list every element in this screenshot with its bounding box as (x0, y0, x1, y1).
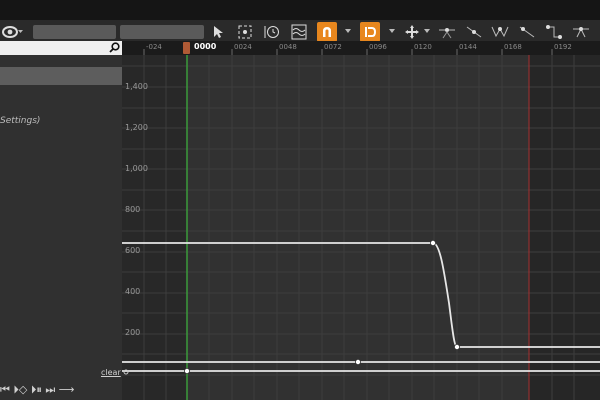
toolbar-field-2[interactable] (120, 25, 204, 39)
key-auto-icon[interactable] (490, 22, 510, 42)
ruler-label: 0048 (279, 43, 297, 51)
settings-label: Settings) (0, 116, 41, 126)
toolbar-field-1[interactable] (33, 25, 116, 39)
curve-search-input[interactable] (0, 41, 122, 55)
key-break-icon[interactable] (544, 22, 564, 42)
frame-icon[interactable] (235, 22, 255, 42)
ruler-label: 0024 (234, 43, 252, 51)
eye-icon[interactable] (2, 24, 24, 40)
vertical-gridlines (143, 55, 575, 400)
ruler-label: 0072 (324, 43, 342, 51)
curve-graph-canvas[interactable] (122, 41, 600, 400)
move-icon[interactable] (402, 22, 422, 42)
value-axis-label: 1,200 (125, 123, 148, 132)
playhead-handle (183, 42, 190, 54)
selected-curve-row[interactable] (0, 67, 122, 85)
clock-icon[interactable] (262, 22, 282, 42)
ruler-label: 0120 (414, 43, 432, 51)
waves-icon[interactable] (289, 22, 309, 42)
value-axis-label: 400 (125, 287, 141, 296)
keyframe (453, 343, 460, 350)
snap-icon[interactable] (360, 22, 380, 42)
magnet-icon[interactable] (317, 22, 337, 42)
curve-visibility-icon[interactable] (122, 368, 130, 376)
curve-list-panel (0, 45, 123, 400)
ruler-label: 0096 (369, 43, 387, 51)
key-linear-icon[interactable] (464, 22, 484, 42)
key-step-icon[interactable] (517, 22, 537, 42)
animation-curve-main (122, 242, 600, 348)
post-range-shade (529, 55, 600, 400)
current-frame-label: 0000 (194, 42, 217, 51)
ruler-label: 0144 (459, 43, 477, 51)
curve-graph[interactable]: -024 0000 0024 0048 0072 0096 0120 0144 … (122, 41, 600, 400)
keyframe (429, 239, 436, 246)
value-axis-label: 800 (125, 205, 141, 214)
magnet-dropdown-icon[interactable] (345, 29, 351, 33)
key-flat-icon[interactable] (437, 22, 457, 42)
ruler-label: -024 (146, 43, 162, 51)
ruler-label: 0192 (554, 43, 572, 51)
horizontal-gridlines (122, 65, 600, 376)
clear-link[interactable]: clear (101, 368, 121, 377)
move-dropdown-icon[interactable] (424, 29, 430, 33)
search-icon[interactable] (109, 42, 120, 53)
window-top-strip (0, 0, 600, 20)
value-axis-label: 1,400 (125, 82, 148, 91)
frame-ruler[interactable]: -024 0000 0024 0048 0072 0096 0120 0144 … (122, 41, 600, 55)
keyframe (354, 358, 361, 365)
transport-controls[interactable]: ⏮ ⏵◇ ⏵⏸ ⏭ ⟶ (0, 383, 75, 397)
value-axis-label: 600 (125, 246, 141, 255)
snap-dropdown-icon[interactable] (389, 29, 395, 33)
pre-range-shade (122, 55, 187, 400)
keyframe (184, 367, 191, 374)
select-cursor-icon[interactable] (208, 22, 228, 42)
value-axis-label: 1,000 (125, 164, 148, 173)
value-axis-label: 200 (125, 328, 141, 337)
ruler-label: 0168 (504, 43, 522, 51)
key-weighted-icon[interactable] (571, 22, 591, 42)
